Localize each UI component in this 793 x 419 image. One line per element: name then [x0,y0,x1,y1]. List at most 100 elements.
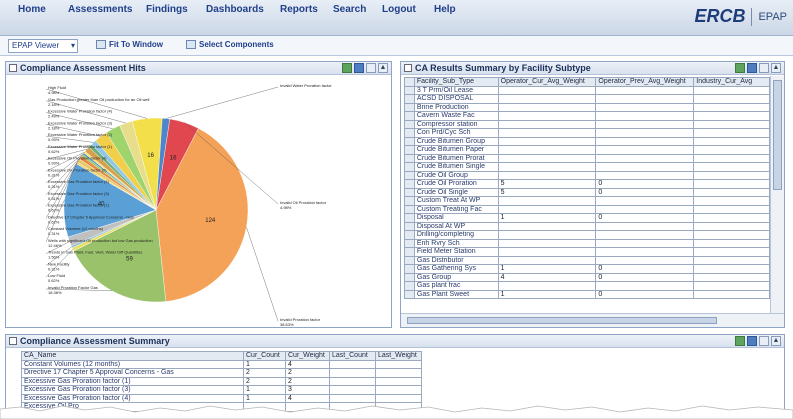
row-selector[interactable] [404,221,415,231]
row-selector[interactable] [404,281,415,291]
table-row[interactable]: Constant Volumes (12 months) 1 4 [21,359,422,369]
table-row[interactable]: Crude Bitumen Prorat [404,153,770,163]
select-components-button[interactable]: Select Components [186,40,274,49]
collapse-icon[interactable]: ▲ [378,63,388,73]
vertical-scrollbar[interactable] [770,76,784,314]
menu-help[interactable]: Help [434,4,456,15]
compliance-hits-panel: Compliance Assessment Hits ▲ 16 124 59 40 16… [5,61,392,328]
table-cell [693,196,770,206]
collapse-icon[interactable]: ▲ [771,63,781,73]
table-row[interactable]: Custom Treat At WP [404,196,770,206]
maximize-icon[interactable] [366,63,376,73]
row-selector[interactable] [404,247,415,257]
table-row[interactable]: Cavern Waste Fac [404,111,770,121]
row-selector[interactable] [404,102,415,112]
ca-results-panel: CA Results Summary by Facility Subtype ▲… [400,61,785,328]
table-row[interactable]: Brine Production [404,102,770,112]
row-selector[interactable] [404,255,415,265]
table-cell [497,281,597,291]
table-row[interactable]: Crude Oil Proration 5 0 [404,179,770,189]
export-excel-icon[interactable] [735,336,745,346]
table-row[interactable]: Crude Bitumen Group [404,136,770,146]
table-row[interactable]: Field Meter Station [404,247,770,257]
row-selector[interactable] [404,162,415,172]
row-selector[interactable] [404,119,415,129]
export-chart-icon[interactable] [747,63,757,73]
table-cell [497,102,597,112]
table-row[interactable]: Con Prd/Cyc Sch [404,128,770,138]
table-row[interactable]: Gas plant frac [404,281,770,291]
row-selector[interactable] [404,136,415,146]
row-selector[interactable] [404,213,415,223]
table-row[interactable]: Crude Oil Single 5 0 [404,187,770,197]
col-header[interactable]: Cur_Count [243,351,286,361]
table-cell [595,162,695,172]
table-row[interactable]: Enh Rvry Sch [404,238,770,248]
fit-to-window-button[interactable]: Fit To Window [96,40,163,49]
row-selector[interactable] [404,111,415,121]
row-selector[interactable] [404,145,415,155]
col-header[interactable]: Cur_Weight [285,351,330,361]
row-selector[interactable] [404,230,415,240]
row-selector[interactable] [404,204,415,214]
row-selector[interactable] [404,128,415,138]
maximize-icon[interactable] [759,63,769,73]
col-header[interactable]: Operator_Prev_Avg_Weight [595,77,695,87]
row-selector[interactable] [404,94,415,104]
row-selector[interactable] [404,85,415,95]
table-row[interactable]: 3 T Prm/Oil Lease [404,85,770,95]
table-row[interactable]: Crude Bitumen Paper [404,145,770,155]
menu-search[interactable]: Search [333,4,366,15]
table-row[interactable]: Gas Gathering Sys 1 0 [404,264,770,274]
scroll-thumb[interactable] [407,317,717,324]
maximize-icon[interactable] [759,336,769,346]
menu-logout[interactable]: Logout [382,4,416,15]
row-selector[interactable] [404,196,415,206]
table-row[interactable]: ACSD DISPOSAL [404,94,770,104]
col-header[interactable]: Last_Count [329,351,376,361]
table-row[interactable]: Gas Group 4 0 [404,272,770,282]
row-selector[interactable] [404,289,415,299]
menu-reports[interactable]: Reports [280,4,318,15]
table-row[interactable]: Disposal 1 0 [404,213,770,223]
col-header[interactable]: Operator_Cur_Avg_Weight [497,77,597,87]
table-row[interactable]: Directive 17 Chapter 5 Approval Concerns… [21,368,422,378]
table-row[interactable]: Crude Oil Group [404,170,770,180]
row-selector[interactable] [404,153,415,163]
pie-slice-percent: 18.38% [48,290,62,295]
table-row[interactable]: Crude Bitumen Single [404,162,770,172]
row-selector[interactable] [404,272,415,282]
table-row[interactable]: Excessive Gas Proration factor (1) 2 2 [21,376,422,386]
export-chart-icon[interactable] [747,336,757,346]
export-chart-icon[interactable] [354,63,364,73]
menu-findings[interactable]: Findings [146,4,188,15]
menu-dashboards[interactable]: Dashboards [206,4,264,15]
pie-slice-percent: 0.31% [48,184,60,189]
table-cell [595,128,695,138]
menu-assessments[interactable]: Assessments [68,4,132,15]
pie-slice-percent: 12.46% [48,243,62,248]
row-selector[interactable] [404,264,415,274]
table-row[interactable]: Gas Distributor [404,255,770,265]
scroll-thumb[interactable] [773,80,782,190]
export-excel-icon[interactable] [342,63,352,73]
row-selector[interactable] [404,187,415,197]
collapse-icon[interactable]: ▲ [771,336,781,346]
col-header[interactable]: Facility_Sub_Type [413,77,499,87]
col-header[interactable]: Last_Weight [375,351,422,361]
table-row[interactable]: Compressor station [404,119,770,129]
col-header[interactable]: CA_Name [21,351,244,361]
export-excel-icon[interactable] [735,63,745,73]
col-header[interactable]: Industry_Cur_Avg [693,77,770,87]
viewer-select[interactable]: EPAP Viewer ▾ [8,39,78,53]
table-row[interactable]: Excessive Gas Proration factor (3) 1 3 [21,385,422,395]
row-selector[interactable] [404,170,415,180]
menu-home[interactable]: Home [18,4,46,15]
row-selector[interactable] [404,179,415,189]
table-row[interactable]: Disposal At WP [404,221,770,231]
table-row[interactable]: Drilling/completing [404,230,770,240]
table-row[interactable]: Gas Plant Sweet 1 0 [404,289,770,299]
horizontal-scrollbar[interactable] [401,313,784,327]
row-selector[interactable] [404,238,415,248]
table-row[interactable]: Custom Treating Fac [404,204,770,214]
